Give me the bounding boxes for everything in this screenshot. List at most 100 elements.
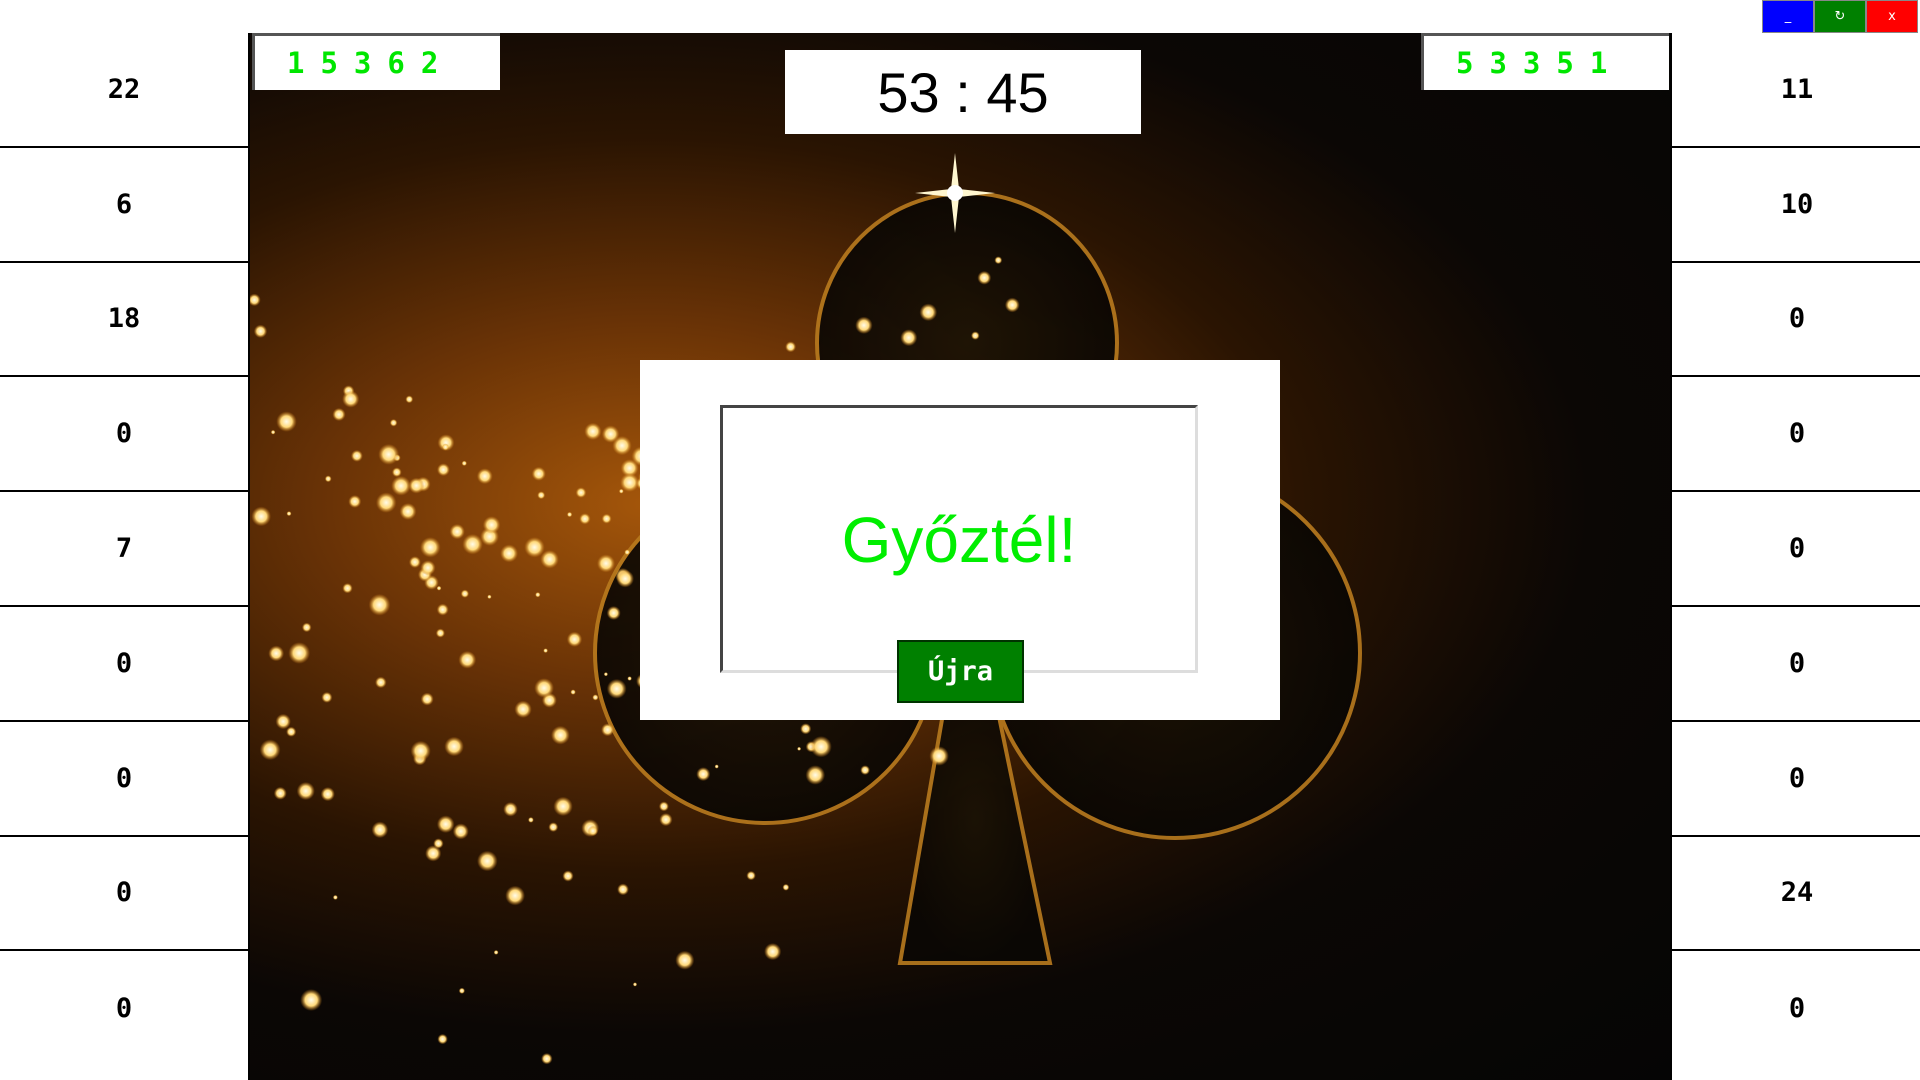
sparkle-dot [592, 694, 599, 701]
sparkle-dot [408, 556, 421, 569]
sparkle-dot [482, 516, 501, 534]
sparkle-dot [320, 787, 335, 802]
left-score-cell[interactable]: 0 [0, 837, 248, 952]
sparkle-dot [405, 395, 414, 404]
sparkle-dot [420, 537, 441, 558]
sparkle-dot [617, 883, 629, 896]
sparkle-dot [420, 692, 434, 706]
sparkle-dot [286, 726, 297, 737]
sparkle-dot [746, 870, 756, 881]
sparkle-dot [436, 603, 449, 616]
sparkle-dot [286, 511, 292, 517]
sparkle-dot [596, 554, 616, 573]
sparkle-dot [855, 316, 873, 334]
sparkle-dot [375, 492, 397, 513]
sparkle-dot [797, 746, 802, 751]
sparkle-dot [659, 813, 673, 827]
sparkle-dot [399, 503, 417, 520]
minimize-button[interactable]: _ [1762, 0, 1814, 33]
sparkle-dot [764, 943, 782, 961]
sparkle-dot [268, 645, 285, 662]
sparkle-dot [601, 723, 615, 737]
sparkle-dot [378, 443, 400, 465]
sparkle-dot [553, 796, 573, 817]
right-score-cell[interactable]: 0 [1672, 951, 1920, 1066]
sparkle-dot [627, 676, 632, 681]
sparkle-dot [273, 786, 287, 800]
right-score-column: 11 10 0 0 0 0 0 24 0 [1670, 33, 1920, 1080]
sparkle-dot [332, 407, 346, 422]
right-score-cell[interactable]: 11 [1672, 33, 1920, 148]
sparkle-dot [300, 989, 323, 1011]
sparkle-dot [632, 982, 638, 987]
left-score-cell[interactable]: 0 [0, 951, 248, 1066]
sparkle-dot [442, 443, 449, 451]
sparkle-dot [436, 463, 450, 477]
sparkle-dot [458, 650, 477, 669]
right-score-cell[interactable]: 0 [1672, 607, 1920, 722]
sparkle-dot [537, 491, 546, 500]
left-score-cell[interactable]: 6 [0, 148, 248, 263]
right-score-cell[interactable]: 10 [1672, 148, 1920, 263]
sparkle-dot [696, 767, 711, 782]
sparkle-dot [288, 642, 311, 664]
sparkle-dot [579, 513, 591, 525]
sparkle-dot [389, 419, 398, 427]
sparkle-dot [575, 487, 587, 498]
sparkle-dot [332, 894, 338, 900]
sparkle-dot [342, 583, 353, 594]
left-score-cell[interactable]: 0 [0, 722, 248, 837]
sparkle-dot [368, 593, 391, 616]
sparkle-dot [541, 1053, 553, 1065]
title-bar: _ ↻ x [0, 0, 1920, 33]
sparkle-dot [810, 736, 832, 758]
sparkle-dot [566, 631, 583, 647]
sparkle-dot [410, 740, 431, 762]
left-score-cell[interactable]: 18 [0, 263, 248, 378]
sparkle-dot [540, 550, 559, 569]
sparkle-dot [616, 569, 634, 588]
right-sequence-display: 53351 [1421, 33, 1669, 90]
sparkle-dot [436, 815, 455, 833]
sparkle-dot [900, 329, 918, 347]
sparkle-dot [259, 739, 281, 761]
sparkle-dot [606, 678, 627, 699]
refresh-button[interactable]: ↻ [1814, 0, 1866, 33]
sparkle-dot [534, 678, 554, 698]
sparkle-dot [587, 825, 599, 837]
play-again-button[interactable]: Újra [897, 640, 1024, 703]
sparkle-dot [603, 672, 608, 677]
sparkle-dot [301, 622, 312, 633]
sparkle-dot [566, 511, 573, 518]
game-timer: 53 : 45 [785, 50, 1141, 134]
sparkle-dot [675, 950, 695, 970]
sparkle-dot [1004, 297, 1020, 313]
left-score-cell[interactable]: 7 [0, 492, 248, 607]
right-score-cell[interactable]: 0 [1672, 377, 1920, 493]
sparkle-dot [624, 549, 631, 556]
left-score-cell[interactable]: 22 [0, 33, 248, 148]
sparkle-dot [929, 746, 949, 766]
sparkle-dot [350, 449, 363, 462]
sparkle-dot [321, 691, 333, 703]
sparkle-dot [391, 475, 411, 496]
right-score-cell[interactable]: 24 [1672, 837, 1920, 952]
sparkle-dot [433, 838, 444, 849]
sparkle-dot [562, 870, 574, 882]
sparkle-dot [477, 850, 498, 872]
right-score-cell[interactable]: 0 [1672, 263, 1920, 378]
sparkle-dot [449, 523, 465, 540]
left-score-cell[interactable]: 0 [0, 377, 248, 493]
sparkle-dot [452, 823, 469, 840]
sparkle-dot [551, 725, 570, 745]
left-score-cell[interactable]: 0 [0, 607, 248, 722]
sparkle-dot [435, 628, 445, 638]
right-score-cell[interactable]: 0 [1672, 492, 1920, 607]
win-dialog: Győztél! Újra [640, 360, 1280, 720]
right-score-cell[interactable]: 0 [1672, 722, 1920, 837]
left-sequence-display: 15362 [252, 33, 500, 90]
sparkle-dot [800, 723, 812, 735]
sparkle-dot [505, 885, 525, 906]
close-button[interactable]: x [1866, 0, 1918, 33]
message-box: Győztél! [720, 405, 1198, 673]
